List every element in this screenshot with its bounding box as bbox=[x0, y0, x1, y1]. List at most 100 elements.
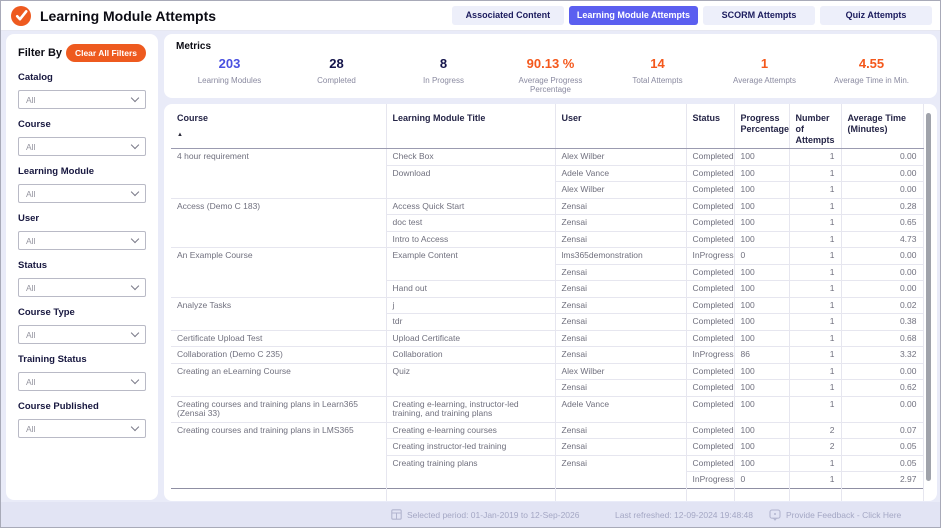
cell-user: Alex Wilber bbox=[555, 182, 686, 199]
filter-dropdown-course[interactable]: All bbox=[18, 137, 146, 156]
filter-group-user: User All bbox=[18, 213, 146, 250]
column-header-number-of-attempts[interactable]: Number of Attempts bbox=[789, 104, 841, 149]
table-row[interactable]: Creating instructor-led trainingZensaiCo… bbox=[171, 439, 923, 456]
chevron-down-icon bbox=[131, 376, 139, 384]
cell-progress: 100 bbox=[734, 439, 789, 456]
table-row[interactable]: Intro to AccessZensaiCompleted10014.73 bbox=[171, 231, 923, 248]
metrics-row: 203Learning Modules28Completed8In Progre… bbox=[176, 56, 925, 94]
column-header-status[interactable]: Status bbox=[686, 104, 734, 149]
cell-attempts: 1 bbox=[789, 149, 841, 166]
cell-user: Zensai bbox=[555, 455, 686, 472]
cell-user: Zensai bbox=[555, 330, 686, 347]
cell-course bbox=[171, 231, 386, 248]
filter-dropdown-learning-module[interactable]: All bbox=[18, 184, 146, 203]
column-header-course[interactable]: Course▲ bbox=[171, 104, 386, 149]
window: { "header": { "title": "Learning Module … bbox=[0, 0, 941, 528]
table-row[interactable]: An Example CourseExample Contentlms365de… bbox=[171, 248, 923, 265]
cell-module: Access Quick Start bbox=[386, 198, 555, 215]
table-row[interactable]: Creating courses and training plans in L… bbox=[171, 422, 923, 439]
cell-user: Zensai bbox=[555, 439, 686, 456]
cell-course: 4 hour requirement bbox=[171, 149, 386, 166]
cell-progress: 100 bbox=[734, 215, 789, 232]
table-row[interactable]: ZensaiCompleted10010.62 bbox=[171, 380, 923, 397]
cell-course: Collaboration (Demo C 235) bbox=[171, 347, 386, 364]
cell-avg-time: 0.00 bbox=[841, 396, 923, 422]
cell-status: Completed bbox=[686, 281, 734, 298]
table-row[interactable]: Alex WilberCompleted10010.00 bbox=[171, 182, 923, 199]
metric-learning-modules: 203Learning Modules bbox=[176, 56, 283, 94]
filter-dropdown-user[interactable]: All bbox=[18, 231, 146, 250]
cell-status: InProgress bbox=[686, 248, 734, 265]
cell-course bbox=[171, 455, 386, 472]
totals-cell bbox=[686, 488, 734, 501]
table-row[interactable]: Creating training plansZensaiCompleted10… bbox=[171, 455, 923, 472]
table-row[interactable]: 4 hour requirementCheck BoxAlex WilberCo… bbox=[171, 149, 923, 166]
cell-avg-time: 2.97 bbox=[841, 472, 923, 489]
cell-status: Completed bbox=[686, 314, 734, 331]
chevron-down-icon bbox=[131, 188, 139, 196]
cell-avg-time: 0.07 bbox=[841, 422, 923, 439]
filter-group-learning-module: Learning ModuleAll bbox=[18, 166, 146, 203]
cell-module bbox=[386, 264, 555, 281]
table-row[interactable]: ZensaiCompleted10010.00 bbox=[171, 264, 923, 281]
tab-bar: Associated Content Learning Module Attemp… bbox=[452, 6, 932, 25]
filter-dropdown-course-type[interactable]: All bbox=[18, 325, 146, 344]
table-row[interactable]: Analyze TasksjZensaiCompleted10010.02 bbox=[171, 297, 923, 314]
table-row[interactable]: Collaboration (Demo C 235)CollaborationZ… bbox=[171, 347, 923, 364]
cell-user: Adele Vance bbox=[555, 165, 686, 182]
table-row[interactable]: Creating courses and training plans in L… bbox=[171, 396, 923, 422]
filter-label: Course Published bbox=[18, 401, 146, 412]
metric-label: Completed bbox=[283, 76, 390, 85]
cell-avg-time: 0.00 bbox=[841, 281, 923, 298]
cell-status: Completed bbox=[686, 396, 734, 422]
metric-average-attempts: 1Average Attempts bbox=[711, 56, 818, 94]
cell-avg-time: 0.00 bbox=[841, 363, 923, 380]
filter-label: Course Type bbox=[18, 307, 146, 318]
filter-label: User bbox=[18, 213, 146, 224]
cell-attempts: 1 bbox=[789, 363, 841, 380]
tab-learning-module-attempts[interactable]: Learning Module Attempts bbox=[569, 6, 698, 25]
cell-status: Completed bbox=[686, 363, 734, 380]
cell-progress: 100 bbox=[734, 149, 789, 166]
clear-all-filters-button[interactable]: Clear All Filters bbox=[66, 44, 146, 62]
cell-status: Completed bbox=[686, 198, 734, 215]
metric-average-progress-percentage: 90.13 %Average Progress Percentage bbox=[497, 56, 604, 94]
column-header-learning-module-title[interactable]: Learning Module Title bbox=[386, 104, 555, 149]
tab-quiz-attempts[interactable]: Quiz Attempts bbox=[820, 6, 932, 25]
column-header-average-time-minutes[interactable]: Average Time (Minutes) bbox=[841, 104, 923, 149]
selected-period: Selected period: 01-Jan-2019 to 12-Sep-2… bbox=[391, 502, 579, 527]
feedback-link[interactable]: Provide Feedback - Click Here bbox=[769, 502, 901, 527]
table-row[interactable]: tdrZensaiCompleted10010.38 bbox=[171, 314, 923, 331]
column-header-user[interactable]: User bbox=[555, 104, 686, 149]
cell-course: Creating an eLearning Course bbox=[171, 363, 386, 380]
vertical-scrollbar-thumb[interactable] bbox=[926, 113, 931, 481]
filter-by-title: Filter By bbox=[18, 47, 62, 59]
table-row[interactable]: Hand outZensaiCompleted10010.00 bbox=[171, 281, 923, 298]
table-row[interactable]: InProgress012.97 bbox=[171, 472, 923, 489]
tab-scorm-attempts[interactable]: SCORM Attempts bbox=[703, 6, 815, 25]
tab-associated-content[interactable]: Associated Content bbox=[452, 6, 564, 25]
table-row[interactable]: doc testZensaiCompleted10010.65 bbox=[171, 215, 923, 232]
table-row[interactable]: Access (Demo C 183)Access Quick StartZen… bbox=[171, 198, 923, 215]
metric-value: 4.55 bbox=[818, 56, 925, 71]
cell-progress: 100 bbox=[734, 281, 789, 298]
table-row[interactable]: Creating an eLearning CourseQuizAlex Wil… bbox=[171, 363, 923, 380]
cell-avg-time: 3.32 bbox=[841, 347, 923, 364]
cell-module: doc test bbox=[386, 215, 555, 232]
cell-status: Completed bbox=[686, 215, 734, 232]
filter-dropdown-status[interactable]: All bbox=[18, 278, 146, 297]
filter-dropdown-course-published[interactable]: All bbox=[18, 419, 146, 438]
cell-module: Example Content bbox=[386, 248, 555, 265]
filter-dropdown-training-status[interactable]: All bbox=[18, 372, 146, 391]
table-row[interactable]: Certificate Upload TestUpload Certificat… bbox=[171, 330, 923, 347]
dropdown-value: All bbox=[26, 142, 35, 152]
cell-progress: 100 bbox=[734, 455, 789, 472]
column-header-progress-percentage[interactable]: Progress Percentage bbox=[734, 104, 789, 149]
feedback-text: Provide Feedback - Click Here bbox=[786, 510, 901, 520]
cell-status: Completed bbox=[686, 149, 734, 166]
cell-attempts: 1 bbox=[789, 380, 841, 397]
table-row[interactable]: DownloadAdele VanceCompleted10010.00 bbox=[171, 165, 923, 182]
filter-dropdown-catalog[interactable]: All bbox=[18, 90, 146, 109]
chevron-down-icon bbox=[131, 423, 139, 431]
cell-user: Adele Vance bbox=[555, 396, 686, 422]
